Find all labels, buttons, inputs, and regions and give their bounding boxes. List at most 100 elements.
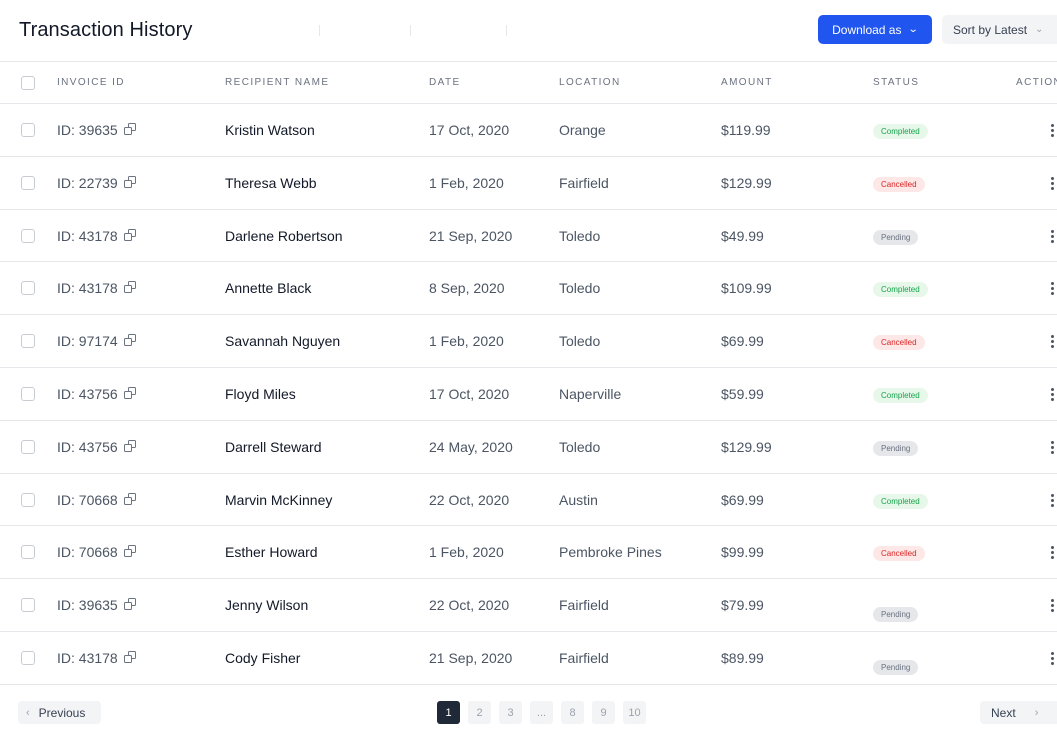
table-row[interactable]: ID: 39635 Jenny Wilson 22 Oct, 2020 Fairfie… <box>0 579 1057 632</box>
table-row[interactable]: ID: 22739 Theresa Webb 1 Feb, 2020 Fairfiel… <box>0 157 1057 210</box>
row-checkbox[interactable] <box>21 598 35 613</box>
status-badge: Pending <box>873 607 919 623</box>
transaction-date: 17 Oct, 2020 <box>429 385 510 402</box>
transaction-date: 1 Feb, 2020 <box>429 544 504 561</box>
row-checkbox[interactable] <box>21 281 35 296</box>
table-row[interactable]: ID: 70668 Marvin McKinney 22 Oct, 2020 Aust… <box>0 474 1057 527</box>
transaction-location: Fairfield <box>559 649 609 666</box>
page-button[interactable]: 2 <box>468 701 491 724</box>
invoice-id: ID: 43756 <box>57 385 118 402</box>
row-checkbox[interactable] <box>21 386 35 401</box>
invoice-id: ID: 43178 <box>57 649 118 666</box>
next-label: Next <box>991 705 1016 720</box>
copy-icon[interactable] <box>123 228 137 242</box>
recipient-name: Kristin Watson <box>225 122 315 138</box>
status-badge: Pending <box>873 659 919 675</box>
column-header-status[interactable]: STATUS <box>873 77 919 88</box>
column-header-recipient-name[interactable]: RECIPIENT NAME <box>225 77 329 88</box>
transaction-date: 21 Sep, 2020 <box>429 649 513 666</box>
row-checkbox[interactable] <box>21 228 35 243</box>
more-vertical-icon[interactable] <box>1049 440 1057 455</box>
invoice-id-cell: ID: 97174 <box>57 333 137 349</box>
transaction-date: 8 Sep, 2020 <box>429 280 505 297</box>
download-button[interactable]: Download as ⌄ <box>818 15 932 44</box>
status-badge: Completed <box>873 387 928 403</box>
previous-label: Previous <box>38 705 86 720</box>
column-header-date[interactable]: DATE <box>429 77 461 88</box>
row-checkbox[interactable] <box>21 492 35 507</box>
more-vertical-icon[interactable] <box>1049 124 1057 138</box>
transaction-date: 22 Oct, 2020 <box>429 491 510 508</box>
table-row[interactable]: ID: 70668 Esther Howard 1 Feb, 2020 Pembrok… <box>0 526 1057 580</box>
select-all-checkbox[interactable] <box>21 76 35 90</box>
table-header: INVOICE ID RECIPIENT NAME DATE LOCATION … <box>0 61 1057 104</box>
row-checkbox[interactable] <box>21 650 35 665</box>
copy-icon[interactable] <box>123 175 137 189</box>
copy-icon[interactable] <box>123 334 137 347</box>
transaction-date: 24 May, 2020 <box>429 438 513 455</box>
page-ellipsis: ... <box>530 701 553 724</box>
transaction-amount: $119.99 <box>721 122 771 138</box>
page-button[interactable]: 8 <box>561 701 584 724</box>
status-badge: Cancelled <box>873 176 925 192</box>
transaction-date: 1 Feb, 2020 <box>429 333 504 350</box>
recipient-name: Marvin McKinney <box>225 491 333 508</box>
copy-icon[interactable] <box>123 123 137 136</box>
more-vertical-icon[interactable] <box>1049 229 1057 244</box>
more-vertical-icon[interactable] <box>1049 176 1057 191</box>
column-header-amount[interactable]: AMOUNT <box>721 77 773 88</box>
more-vertical-icon[interactable] <box>1049 335 1057 349</box>
copy-icon[interactable] <box>123 650 137 664</box>
row-checkbox[interactable] <box>21 334 35 349</box>
status-badge: Cancelled <box>873 546 925 562</box>
recipient-name: Cody Fisher <box>225 649 301 666</box>
transaction-location: Toledo <box>559 438 601 455</box>
invoice-id: ID: 43178 <box>57 227 118 244</box>
next-page-button[interactable]: Next › <box>980 701 1057 724</box>
pagination: ‹ Previous 1 2 3... 8 9 10 Next › <box>0 700 1057 726</box>
copy-icon[interactable] <box>123 598 137 611</box>
row-checkbox[interactable] <box>21 439 35 454</box>
table-row[interactable]: ID: 43178 Cody Fisher 21 Sep, 2020 Fairfiel… <box>0 632 1057 685</box>
chevron-right-icon: › <box>1034 706 1039 719</box>
more-vertical-icon[interactable] <box>1049 599 1057 613</box>
copy-icon[interactable] <box>123 492 137 506</box>
table-row[interactable]: ID: 39635 Kristin Watson 17 Oct, 2020 Orang… <box>0 104 1057 157</box>
transaction-location: Fairfield <box>559 174 609 191</box>
table-row[interactable]: ID: 43756 Darrell Steward 24 May, 2020 Tole… <box>0 421 1057 474</box>
table-row[interactable]: ID: 43178 Annette Black 8 Sep, 2020 Toledo $… <box>0 262 1057 316</box>
divider <box>506 25 507 36</box>
column-header-location[interactable]: LOCATION <box>559 77 621 88</box>
page-button[interactable]: 1 <box>437 701 460 724</box>
table-row[interactable]: ID: 43178 Darlene Robertson 21 Sep, 2020 To… <box>0 210 1057 263</box>
more-vertical-icon[interactable] <box>1049 493 1057 508</box>
row-checkbox[interactable] <box>21 123 35 137</box>
invoice-id: ID: 43756 <box>57 438 118 455</box>
invoice-id-cell: ID: 43178 <box>57 280 137 296</box>
invoice-id: ID: 97174 <box>57 333 118 350</box>
transaction-amount: $129.99 <box>721 174 772 191</box>
copy-icon[interactable] <box>123 386 137 400</box>
row-checkbox[interactable] <box>21 175 35 190</box>
more-vertical-icon[interactable] <box>1049 546 1057 560</box>
page-button[interactable]: 3 <box>499 701 522 724</box>
copy-icon[interactable] <box>123 281 137 294</box>
sort-dropdown[interactable]: Sort by Latest ⌄ <box>942 15 1057 44</box>
transaction-date: 21 Sep, 2020 <box>429 227 513 244</box>
transaction-amount: $69.99 <box>721 333 764 350</box>
invoice-id-cell: ID: 43756 <box>57 386 137 402</box>
row-checkbox[interactable] <box>21 545 35 560</box>
copy-icon[interactable] <box>123 439 137 453</box>
more-vertical-icon[interactable] <box>1049 651 1057 666</box>
copy-icon[interactable] <box>123 545 137 558</box>
table-row[interactable]: ID: 97174 Savannah Nguyen 1 Feb, 2020 Toled… <box>0 315 1057 368</box>
more-vertical-icon[interactable] <box>1049 387 1057 402</box>
page-button[interactable]: 10 <box>623 701 646 724</box>
page-button[interactable]: 9 <box>592 701 615 724</box>
table-row[interactable]: ID: 43756 Floyd Miles 17 Oct, 2020 Napervil… <box>0 368 1057 421</box>
previous-page-button[interactable]: ‹ Previous <box>18 701 101 724</box>
invoice-id: ID: 70668 <box>57 544 118 561</box>
transaction-date: 1 Feb, 2020 <box>429 174 504 191</box>
column-header-invoice-id[interactable]: INVOICE ID <box>57 77 125 88</box>
more-vertical-icon[interactable] <box>1049 282 1057 296</box>
